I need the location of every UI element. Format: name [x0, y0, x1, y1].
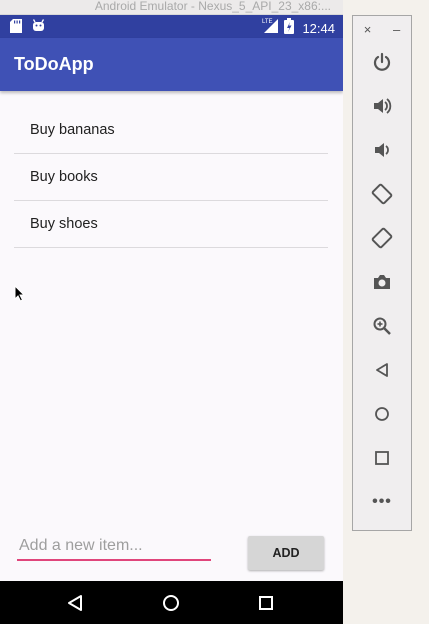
- new-item-input[interactable]: [17, 533, 211, 561]
- status-bar: LTE 12:44: [0, 15, 343, 38]
- device-screen: LTE 12:44 ToDoApp Buy bananas Buy books …: [0, 15, 343, 624]
- status-clock: 12:44: [302, 20, 335, 36]
- volume-up-icon[interactable]: [370, 94, 394, 118]
- recents-icon[interactable]: [256, 593, 276, 613]
- todo-list-item[interactable]: Buy shoes: [14, 201, 328, 248]
- close-icon[interactable]: ×: [364, 22, 372, 37]
- todo-list-item[interactable]: Buy books: [14, 154, 328, 201]
- todo-list-item[interactable]: Buy bananas: [14, 107, 328, 154]
- battery-icon: [284, 17, 295, 39]
- sd-card-icon: [10, 19, 22, 38]
- network-type-label: LTE: [262, 19, 273, 25]
- home-icon[interactable]: [161, 593, 181, 613]
- back-icon[interactable]: [370, 358, 394, 382]
- camera-icon[interactable]: [370, 270, 394, 294]
- emulator-side-toolbar: × – •••: [352, 15, 412, 531]
- add-button[interactable]: ADD: [248, 536, 324, 570]
- overview-icon[interactable]: [370, 446, 394, 470]
- back-icon[interactable]: [65, 593, 85, 613]
- minimize-icon[interactable]: –: [393, 22, 400, 37]
- emulator-stage: Android Emulator - Nexus_5_API_23_x86:..…: [0, 0, 429, 624]
- signal-icon: LTE: [262, 17, 280, 39]
- mouse-pointer-icon: [14, 284, 26, 307]
- android-icon: [32, 19, 45, 38]
- new-item-row: ADD: [0, 525, 343, 575]
- power-icon[interactable]: [370, 50, 394, 74]
- app-title: ToDoApp: [14, 54, 94, 74]
- zoom-icon[interactable]: [370, 314, 394, 338]
- app-toolbar: ToDoApp: [0, 38, 343, 91]
- volume-down-icon[interactable]: [370, 138, 394, 162]
- todo-list: Buy bananas Buy books Buy shoes: [14, 107, 328, 248]
- emulator-window-title: Android Emulator - Nexus_5_API_23_x86:..…: [0, 0, 343, 15]
- navigation-bar: [0, 581, 343, 624]
- rotate-left-icon[interactable]: [370, 182, 394, 206]
- rotate-right-icon[interactable]: [370, 226, 394, 250]
- more-icon[interactable]: •••: [370, 490, 394, 514]
- home-icon[interactable]: [370, 402, 394, 426]
